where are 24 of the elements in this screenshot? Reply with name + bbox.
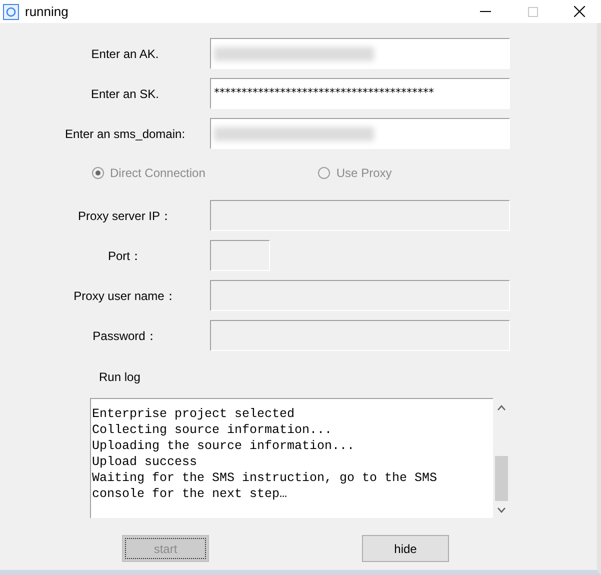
log-line: Uploading the source information...	[92, 438, 356, 454]
minimize-icon[interactable]	[480, 10, 491, 12]
app-icon	[3, 4, 19, 20]
field-label: Proxy user name：	[72, 288, 178, 304]
field-label: Enter an sms_domain:	[64, 126, 186, 142]
field-label: Enter an SK.	[90, 86, 160, 102]
window-title: running	[25, 2, 68, 21]
log-line: Collecting source information...	[92, 422, 334, 438]
action-button[interactable]: hide	[362, 535, 449, 562]
input-field[interactable]: ****************************************	[210, 78, 510, 109]
log-area[interactable]: Enterprise project selected Collecting source information... Uploading the source information... Upload success Waiting for the SMS instruction, go to the SMS console for the next step…	[90, 398, 493, 518]
close-icon[interactable]	[574, 6, 585, 17]
log-line: Enterprise project selected	[92, 406, 296, 422]
field-label: Password：	[92, 328, 158, 344]
input-field[interactable]	[210, 38, 510, 69]
log-line: Upload success	[92, 454, 198, 470]
log-line: Waiting for the SMS instruction, go to the SMS console for the next step…	[92, 470, 438, 502]
field-label: Proxy server IP：	[76, 208, 174, 224]
field-label: Port：	[106, 248, 143, 264]
input-field[interactable]	[210, 118, 510, 149]
masked-value: ****************************************	[214, 85, 434, 102]
field-label: Enter an AK.	[90, 46, 160, 62]
run-log-label: Run log	[99, 369, 142, 386]
maximize-icon[interactable]	[528, 6, 538, 16]
